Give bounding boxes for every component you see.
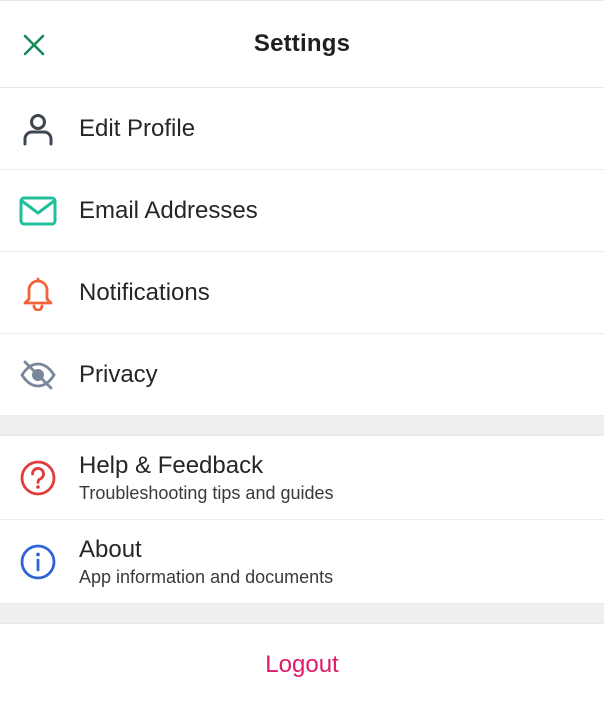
section-separator — [0, 604, 604, 624]
logout-label: Logout — [265, 650, 339, 678]
menu-item-subtitle: App information and documents — [79, 566, 334, 587]
menu-item-label: Notifications — [79, 278, 210, 306]
menu-item-help-feedback[interactable]: Help & Feedback Troubleshooting tips and… — [0, 436, 604, 520]
menu-item-text: Email Addresses — [79, 197, 584, 225]
section-separator — [0, 416, 604, 436]
menu-item-label: Help & Feedback — [79, 451, 264, 479]
menu-item-text: Notifications — [79, 279, 584, 307]
page-title: Settings — [253, 30, 351, 57]
menu-item-text: Privacy — [79, 361, 584, 389]
menu-item-text: Edit Profile — [79, 115, 584, 143]
bell-icon — [18, 273, 58, 313]
user-icon — [18, 109, 58, 149]
menu-item-label: Edit Profile — [79, 114, 196, 142]
menu-item-email-addresses[interactable]: Email Addresses — [0, 170, 604, 252]
menu-item-label: Privacy — [79, 360, 158, 388]
menu-item-label: Email Addresses — [79, 196, 258, 224]
menu-item-text: About App information and documents — [79, 536, 584, 588]
menu-item-notifications[interactable]: Notifications — [0, 252, 604, 334]
menu-item-about[interactable]: About App information and documents — [0, 520, 604, 604]
logout-button[interactable]: Logout — [0, 624, 604, 702]
help-icon — [18, 458, 58, 498]
eye-off-icon — [18, 355, 58, 395]
settings-screen: Settings Edit Profile Email Addresses No… — [0, 0, 604, 702]
mail-icon — [18, 191, 58, 231]
close-button[interactable] — [12, 23, 56, 67]
menu-item-edit-profile[interactable]: Edit Profile — [0, 88, 604, 170]
close-icon — [23, 34, 45, 56]
info-icon — [18, 542, 58, 582]
menu-item-text: Help & Feedback Troubleshooting tips and… — [79, 452, 584, 504]
settings-header: Settings — [0, 0, 604, 88]
menu-item-label: About — [79, 535, 142, 563]
menu-item-subtitle: Troubleshooting tips and guides — [79, 482, 334, 503]
menu-item-privacy[interactable]: Privacy — [0, 334, 604, 416]
